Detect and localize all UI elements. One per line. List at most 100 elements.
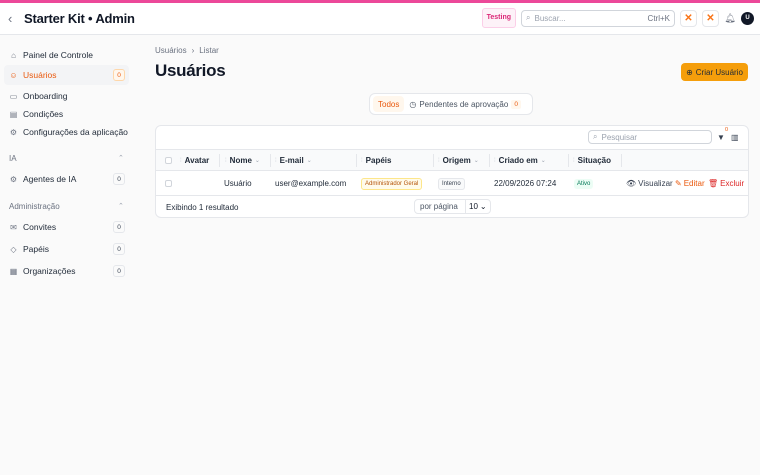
table-row[interactable]: Usuário user@example.com Administrador G… (156, 172, 748, 195)
eye-icon: 👁︎ (626, 179, 637, 188)
sidebar-item-conditions[interactable]: ▤ Condições (4, 104, 129, 124)
environment-badge: Testing (481, 8, 516, 28)
sidebar-item-organizations[interactable]: ▦ Organizações 0 (4, 261, 129, 281)
sort-chevron-icon: ⌄ (473, 158, 479, 164)
column-header-email[interactable]: ⁞ E-mail ⌄ (275, 156, 312, 165)
section-label-admin: Administração (9, 202, 60, 211)
column-header-created-at[interactable]: ⁞ Criado em ⌄ (494, 156, 546, 165)
sidebar-item-label: Agentes de IA (23, 174, 77, 184)
building-icon: ▦ (9, 266, 18, 276)
tab-pending-approval[interactable]: ◷ Pendentes de aprovação 0 (404, 96, 526, 112)
row-checkbox[interactable] (165, 180, 172, 187)
user-avatar[interactable]: U (741, 11, 754, 25)
tab-label: Todos (378, 99, 400, 109)
sort-chevron-icon: ⌄ (254, 158, 260, 164)
sidebar: ⌂ Painel de Controle ☺ Usuários 0 ▭ Onbo… (0, 36, 138, 475)
sidebar-item-app-settings[interactable]: ⚙ Configurações da aplicação (4, 122, 129, 142)
users-icon: ☺ (9, 70, 18, 80)
drag-handle-icon: ⁞ (573, 157, 575, 164)
tools-icon[interactable]: ✕ (680, 9, 697, 27)
edit-label: Editar (683, 179, 705, 188)
column-header-status[interactable]: ⁞ Situação (573, 156, 611, 165)
column-header-origin[interactable]: ⁞ Origem ⌄ (438, 156, 479, 165)
table-footer: Exibindo 1 resultado por página 10 ⌄ (156, 195, 748, 218)
bot-icon: ⚙ (9, 174, 18, 184)
sidebar-item-ai-agents[interactable]: ⚙ Agentes de IA 0 (4, 169, 129, 189)
breadcrumb-users[interactable]: Usuários (155, 46, 187, 55)
mail-icon: ✉ (10, 222, 17, 232)
sidebar-item-label: Organizações (23, 266, 76, 276)
column-label: Nome (229, 156, 252, 165)
delete-button[interactable]: 🗑︎ Excluir (708, 179, 744, 188)
back-chevron-icon[interactable]: ‹ (8, 11, 20, 26)
section-label-ia: IA (9, 154, 17, 163)
sidebar-item-invites[interactable]: ✉ Convites 0 (4, 217, 129, 237)
column-header-avatar[interactable]: ⁞ Avatar (180, 156, 209, 165)
tab-all[interactable]: Todos (373, 96, 405, 112)
table-search-input[interactable]: ⌕ Pesquisar (588, 130, 712, 144)
drag-handle-icon: ⁞ (361, 157, 363, 164)
table-search-placeholder: Pesquisar (601, 132, 638, 142)
breadcrumb-list: Listar (199, 46, 219, 55)
sidebar-item-label: Papéis (23, 244, 49, 254)
global-search-input[interactable]: ⌕ Buscar... Ctrl+K (521, 9, 675, 27)
breadcrumb-separator-icon: › (191, 46, 195, 55)
column-label: Origem (442, 156, 471, 165)
filter-icon[interactable]: ▼ (717, 133, 725, 142)
column-label: Situação (577, 156, 612, 165)
collapse-chevron-icon[interactable]: ⌃ (118, 154, 124, 162)
delete-label: Excluir (720, 179, 745, 188)
collapse-chevron-icon[interactable]: ⌃ (118, 202, 124, 210)
sidebar-item-count: 0 (113, 69, 125, 81)
drag-handle-icon: ⁞ (180, 157, 182, 164)
column-header-roles[interactable]: ⁞ Papéis (361, 156, 391, 165)
drag-handle-icon: ⁞ (438, 157, 440, 164)
status-badge: Ativo (574, 179, 594, 189)
drag-handle-icon: ⁞ (275, 157, 277, 164)
sidebar-item-roles[interactable]: ◇ Papéis 0 (4, 239, 129, 259)
grid-icon: ⌂ (11, 50, 16, 60)
column-divider (621, 154, 622, 167)
settings-icon[interactable]: ✕ (702, 9, 719, 27)
page-title: Usuários (155, 61, 226, 80)
cell-status: Ativo (574, 178, 594, 189)
header-actions: Testing ⌕ Buscar... Ctrl+K ✕ ✕ 🔔︎ U (481, 8, 754, 28)
per-page-select[interactable]: por página 10 ⌄ (414, 199, 491, 214)
app-header: ‹ Starter Kit • Admin Testing ⌕ Buscar..… (0, 3, 760, 35)
sidebar-item-label: Painel de Controle (23, 50, 93, 60)
cell-role-badge: Administrador Geral (361, 178, 423, 190)
column-label: E-mail (279, 156, 304, 165)
view-label: Visualizar (638, 179, 673, 188)
tab-label: Pendentes de aprovação (419, 99, 509, 109)
role-badge: Administrador Geral (361, 178, 423, 190)
tab-count: 0 (511, 99, 521, 109)
sidebar-item-label: Configurações da aplicação (23, 127, 128, 137)
search-icon: ⌕ (593, 132, 598, 141)
shield-icon: ◇ (10, 244, 17, 254)
cell-name: Usuário (224, 179, 252, 188)
create-user-button[interactable]: ⊕ Criar Usuário (681, 63, 748, 81)
edit-button[interactable]: ✎ Editar (675, 179, 705, 188)
column-label: Papéis (365, 156, 392, 165)
sidebar-item-count: 0 (113, 173, 125, 185)
sidebar-item-users[interactable]: ☺ Usuários 0 (4, 65, 129, 85)
bell-icon[interactable]: 🔔︎ (724, 13, 736, 24)
sidebar-item-onboarding[interactable]: ▭ Onboarding (4, 86, 129, 106)
plus-circle-icon: ⊕ (686, 67, 693, 77)
column-divider (433, 154, 434, 167)
columns-icon[interactable]: ▥ (731, 133, 739, 142)
create-user-label: Criar Usuário (695, 67, 743, 77)
sidebar-item-count: 0 (113, 265, 125, 277)
column-divider (270, 154, 271, 167)
drag-handle-icon: ⁞ (494, 157, 496, 164)
view-button[interactable]: 👁︎ Visualizar (626, 179, 673, 188)
select-all-checkbox[interactable] (165, 157, 172, 164)
result-count-text: Exibindo 1 resultado (166, 203, 239, 212)
sidebar-item-dashboard[interactable]: ⌂ Painel de Controle (4, 45, 129, 65)
origin-badge: Interno (438, 178, 465, 190)
drag-handle-icon: ⁞ (225, 157, 227, 164)
chevron-down-icon: ⌄ (479, 202, 487, 211)
per-page-value[interactable]: 10 ⌄ (465, 200, 487, 213)
column-label: Criado em (498, 156, 538, 165)
column-header-name[interactable]: ⁞ Nome ⌄ (225, 156, 260, 165)
